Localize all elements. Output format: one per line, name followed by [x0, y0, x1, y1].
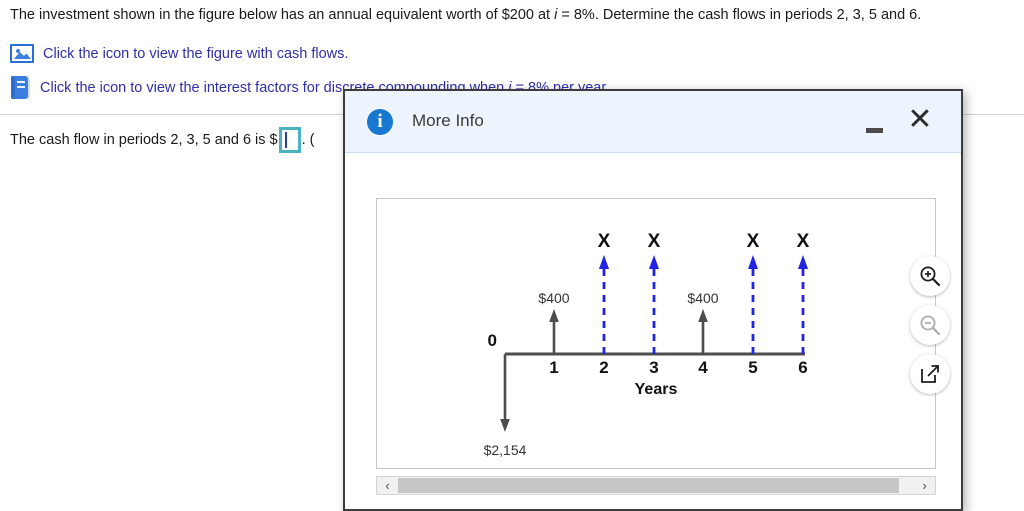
- svg-text:4: 4: [698, 358, 708, 377]
- question-stem-part2: = 8%. Determine the cash flows in period…: [557, 7, 922, 23]
- svg-text:X: X: [747, 231, 760, 252]
- question-stem: The investment shown in the figure below…: [10, 6, 1020, 24]
- cash-flow-diagram: 0 $400 $400 X X X X 1 2 3 4 5 6 Years $2…: [484, 231, 810, 458]
- figure-link-row[interactable]: Click the icon to view the figure with c…: [10, 44, 348, 63]
- picture-icon[interactable]: [10, 44, 34, 63]
- book-icon-line-2: [17, 86, 25, 88]
- svg-text:X: X: [598, 231, 611, 252]
- svg-text:0: 0: [488, 331, 497, 350]
- svg-text:2: 2: [599, 358, 608, 377]
- zoom-in-icon[interactable]: [910, 256, 950, 296]
- book-icon[interactable]: [10, 76, 31, 99]
- answer-input[interactable]: [278, 127, 301, 153]
- dialog-body: 0 $400 $400 X X X X 1 2 3 4 5 6 Years $2…: [345, 153, 961, 509]
- scrollbar-thumb[interactable]: [398, 478, 899, 493]
- book-icon-line-1: [17, 81, 25, 83]
- zoom-out-icon[interactable]: [910, 305, 950, 345]
- svg-text:3: 3: [649, 358, 658, 377]
- svg-text:6: 6: [798, 358, 807, 377]
- dialog-title: More Info: [412, 111, 484, 130]
- svg-text:$400: $400: [687, 290, 718, 306]
- book-icon-spine: [11, 76, 15, 99]
- text-caret: [284, 132, 287, 148]
- picture-icon-sun: [16, 49, 20, 53]
- svg-text:5: 5: [748, 358, 757, 377]
- svg-text:$400: $400: [538, 290, 569, 306]
- svg-text:X: X: [648, 231, 661, 252]
- answer-prefix: The cash flow in periods 2, 3, 5 and 6 i…: [10, 132, 278, 148]
- svg-text:$2,154: $2,154: [484, 442, 527, 458]
- svg-text:Years: Years: [635, 381, 678, 398]
- open-in-new-window-icon[interactable]: [910, 354, 950, 394]
- figure-panel: 0 $400 $400 X X X X 1 2 3 4 5 6 Years $2…: [376, 198, 936, 469]
- figure-link-label[interactable]: Click the icon to view the figure with c…: [43, 46, 348, 62]
- figure-toolbar: [910, 256, 950, 394]
- close-icon[interactable]: ✕: [903, 103, 937, 137]
- scrollbar-track[interactable]: [398, 477, 914, 494]
- minimize-button[interactable]: [862, 112, 888, 138]
- scroll-left-arrow-icon[interactable]: ‹: [377, 477, 398, 494]
- page-root: The investment shown in the figure below…: [0, 0, 1024, 511]
- svg-text:X: X: [797, 231, 810, 252]
- more-info-dialog: i More Info ✕ 0 $400 $400 X X X X 1 2 3 …: [343, 89, 963, 511]
- scroll-right-arrow-icon[interactable]: ›: [914, 477, 935, 494]
- dialog-header: i More Info ✕: [345, 91, 961, 153]
- question-stem-part1: The investment shown in the figure below…: [10, 7, 555, 23]
- info-icon: i: [367, 109, 393, 135]
- svg-text:1: 1: [549, 358, 558, 377]
- figure-horizontal-scrollbar[interactable]: ‹ ›: [376, 476, 936, 495]
- answer-row: The cash flow in periods 2, 3, 5 and 6 i…: [10, 127, 315, 153]
- answer-suffix: . (: [301, 132, 315, 148]
